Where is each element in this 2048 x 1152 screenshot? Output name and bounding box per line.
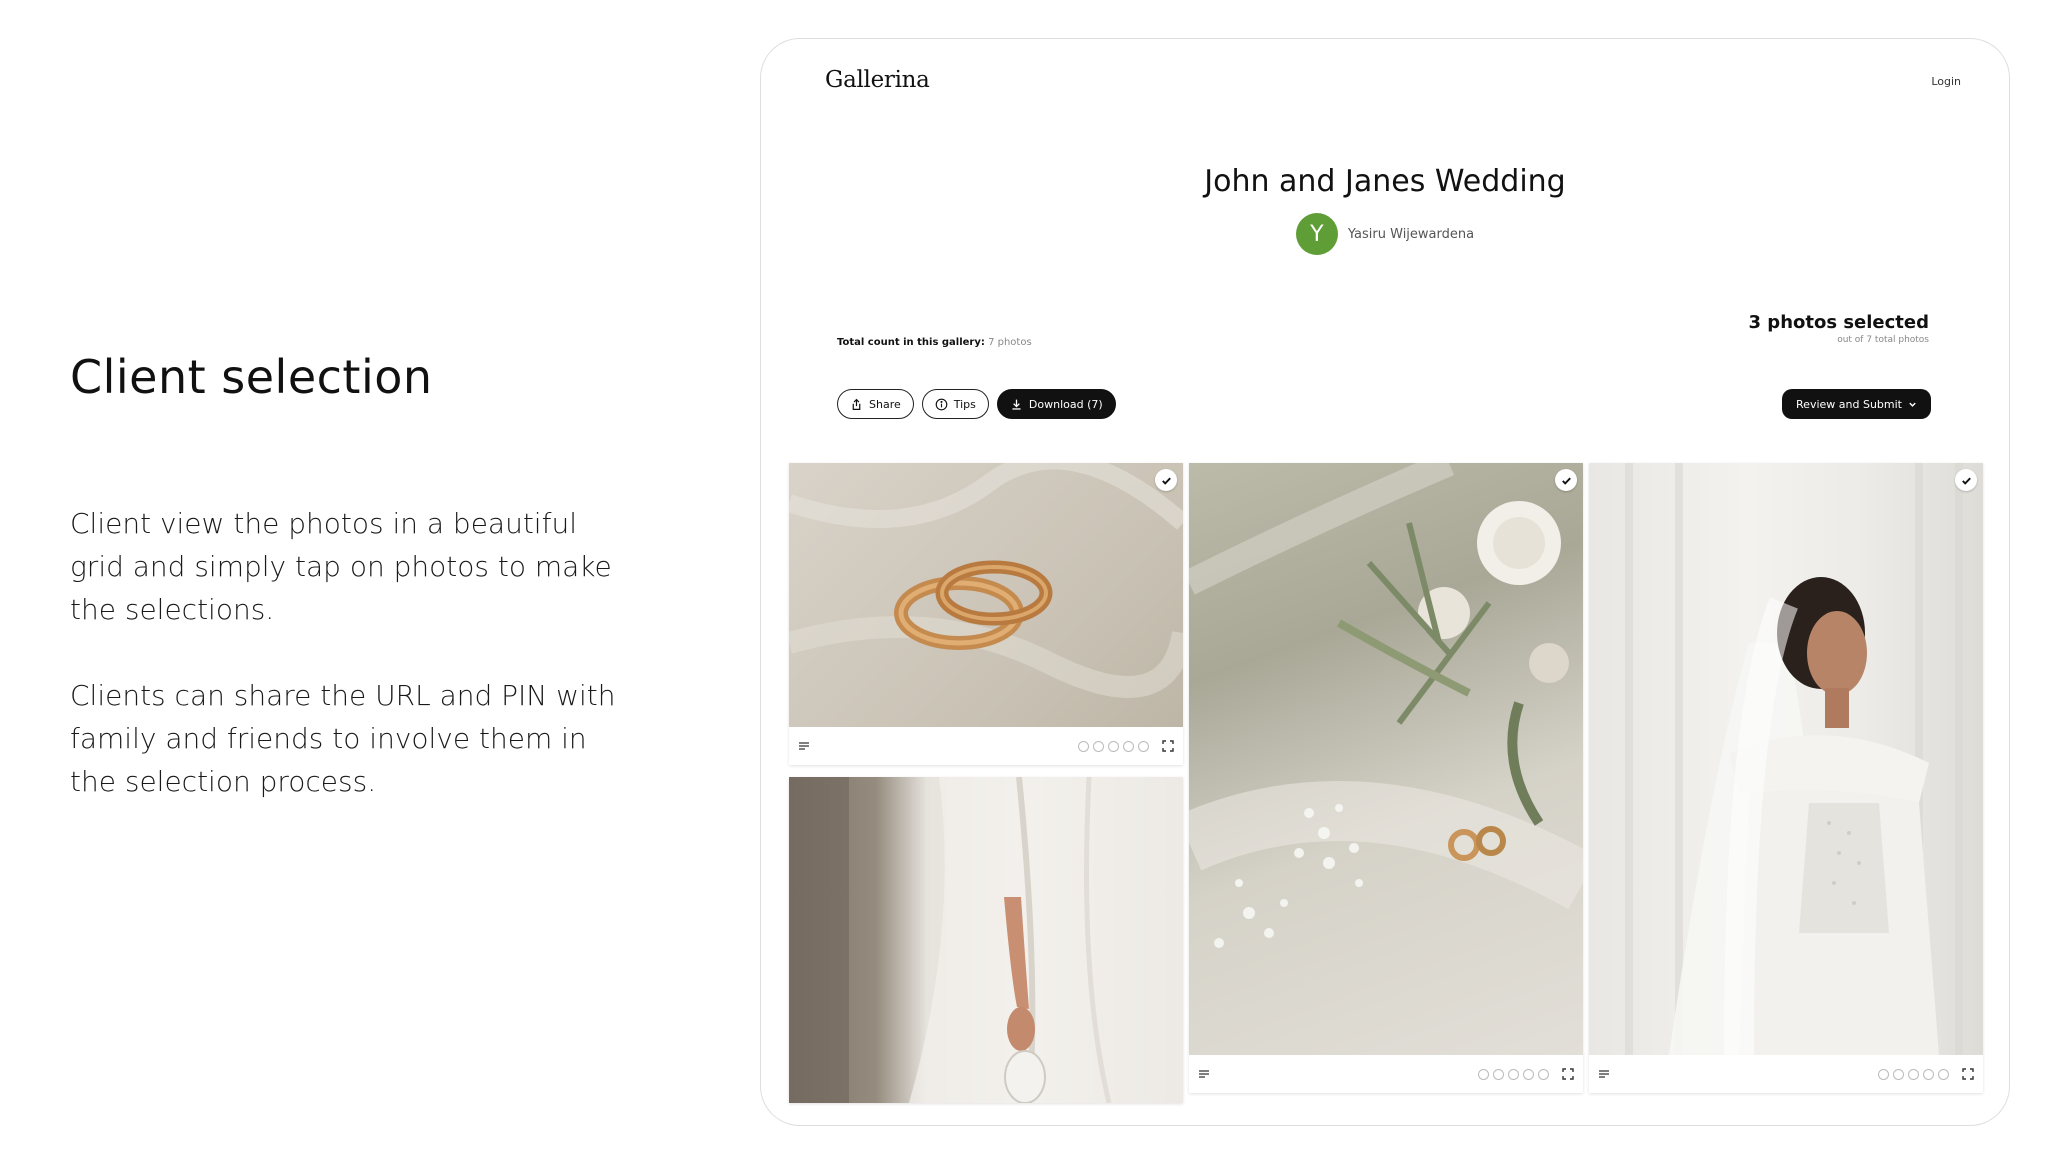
selected-subtext: out of 7 total photos	[1837, 335, 1929, 345]
star-icon[interactable]	[1923, 1068, 1934, 1080]
star-icon[interactable]	[1478, 1068, 1489, 1080]
bride-image	[1625, 463, 1963, 1055]
owner-name: Yasiru Wijewardena	[1347, 226, 1475, 242]
expand-icon[interactable]	[1161, 739, 1175, 753]
star-icon[interactable]	[1508, 1068, 1519, 1080]
total-count: Total count in this gallery: 7 photos	[837, 337, 1032, 348]
star-icon[interactable]	[1908, 1068, 1919, 1080]
photo-bride[interactable]	[1589, 463, 1983, 1055]
photo-veil[interactable]	[789, 777, 1183, 1103]
gallery-title: John and Janes Wedding	[1204, 164, 1566, 199]
photo-card-veil[interactable]	[789, 777, 1183, 1103]
star-icon[interactable]	[1108, 740, 1119, 752]
expand-icon[interactable]	[1561, 1067, 1575, 1081]
slide-paragraph-1: Client view the photos in a beautiful gr…	[70, 507, 612, 626]
rating-stars	[1078, 740, 1149, 752]
rating-stars	[1478, 1068, 1549, 1080]
login-link[interactable]: Login	[1931, 75, 1961, 88]
total-count-value: 7 photos	[988, 337, 1032, 348]
star-icon[interactable]	[1493, 1068, 1504, 1080]
star-icon[interactable]	[1093, 740, 1104, 752]
star-icon[interactable]	[1893, 1068, 1904, 1080]
star-icon[interactable]	[1878, 1068, 1889, 1080]
bouquet-image	[1189, 463, 1583, 948]
star-icon[interactable]	[1123, 740, 1134, 752]
selected-check-icon[interactable]	[1155, 469, 1177, 491]
device-frame: Gallerina Login John and Janes Wedding Y…	[760, 38, 2010, 1126]
star-icon[interactable]	[1078, 740, 1089, 752]
action-buttons: Share Tips Download (7)	[837, 389, 1116, 419]
share-label: Share	[869, 397, 901, 411]
photo-card-rings[interactable]	[789, 463, 1183, 765]
download-button[interactable]: Download (7)	[996, 389, 1116, 419]
selected-check-icon[interactable]	[1955, 469, 1977, 491]
photo-toolbar	[789, 727, 1183, 765]
selection-summary: 3 photos selected out of 7 total photos	[1749, 312, 1929, 345]
share-icon	[852, 398, 861, 410]
review-label: Review and Submit	[1796, 397, 1902, 411]
photo-card-bouquet[interactable]	[1189, 463, 1583, 1093]
notes-icon[interactable]	[797, 739, 811, 753]
star-icon[interactable]	[1938, 1068, 1949, 1080]
veil-image	[789, 777, 1183, 1103]
notes-icon[interactable]	[1597, 1067, 1611, 1081]
slide-paragraph-2: Clients can share the URL and PIN with f…	[70, 679, 616, 798]
download-icon	[1012, 399, 1021, 410]
tips-label: Tips	[953, 397, 976, 411]
download-label: Download (7)	[1028, 397, 1103, 411]
tips-button[interactable]: Tips	[921, 389, 989, 419]
share-button[interactable]: Share	[837, 389, 914, 419]
notes-icon[interactable]	[1197, 1067, 1211, 1081]
avatar: Y	[1295, 213, 1338, 255]
info-icon	[935, 398, 948, 410]
photo-card-bride[interactable]	[1589, 463, 1983, 1093]
selected-count: 3 photos selected	[1748, 312, 1929, 333]
photo-toolbar	[1189, 1055, 1583, 1093]
star-icon[interactable]	[1138, 740, 1149, 752]
brand-logo[interactable]: Gallerina	[825, 67, 930, 93]
slide-heading: Client selection	[70, 350, 433, 404]
total-count-label: Total count in this gallery:	[837, 337, 985, 348]
expand-icon[interactable]	[1961, 1067, 1975, 1081]
rating-stars	[1878, 1068, 1949, 1080]
photo-bouquet[interactable]	[1189, 463, 1583, 1055]
star-icon[interactable]	[1538, 1068, 1549, 1080]
photo-toolbar	[1589, 1055, 1983, 1093]
chevron-down-icon	[1909, 402, 1916, 407]
rings-image	[789, 463, 1183, 698]
review-submit-button[interactable]: Review and Submit	[1782, 389, 1931, 419]
selected-check-icon[interactable]	[1555, 469, 1577, 491]
star-icon[interactable]	[1523, 1068, 1534, 1080]
photo-rings[interactable]	[789, 463, 1183, 727]
gallery-owner: Y Yasiru Wijewardena	[761, 213, 2009, 255]
